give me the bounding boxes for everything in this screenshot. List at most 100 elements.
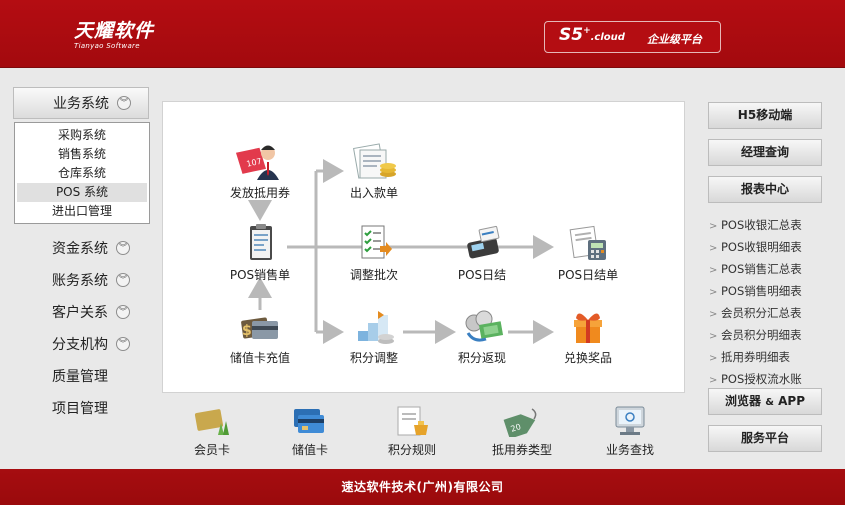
sidebar-item-projects[interactable]: 项目管理 — [13, 392, 149, 424]
manager-query-button[interactable]: 经理查询 — [708, 139, 822, 166]
bottom-shortcuts: 会员卡 储值卡 积分规则 20 抵用券类型 业务查找 — [162, 396, 685, 466]
platform-tagline: 企业级平台 — [647, 33, 702, 46]
submenu-item-warehouse[interactable]: 仓库系统 — [17, 164, 147, 183]
flow-node-pos-daily-sheet[interactable]: POS日结单 — [556, 224, 620, 283]
browser-app-label-c: APP — [778, 394, 805, 408]
brand-logo: 天耀软件 Tianyao Software — [74, 16, 154, 50]
submenu-item-import-export[interactable]: 进出口管理 — [17, 202, 147, 221]
report-link-label: 会员积分明细表 — [721, 328, 802, 342]
report-link-member-points-summary[interactable]: > 会员积分汇总表 — [708, 302, 834, 324]
sidebar-item-label: 客户关系 — [52, 305, 108, 321]
sidebar-item-label: 项目管理 — [52, 401, 108, 417]
shortcut-coupon-types[interactable]: 20 抵用券类型 — [487, 405, 557, 458]
sidebar-item-crm[interactable]: 客户关系 ︾ — [13, 296, 149, 328]
sidebar-item-label: 账务系统 — [52, 273, 108, 289]
sidebar-item-branches[interactable]: 分支机构 ︾ — [13, 328, 149, 360]
flow-node-io-voucher[interactable]: 出入款单 — [344, 142, 404, 201]
flow-node-pos-sales[interactable]: POS销售单 — [228, 224, 292, 283]
shortcut-label: 会员卡 — [193, 443, 230, 457]
stacked-boxes-icon — [350, 307, 398, 347]
price-tag-icon: 20 — [502, 405, 542, 439]
chevron-right-icon: > — [709, 265, 718, 276]
browser-app-button[interactable]: 浏览器 & APP — [708, 388, 822, 415]
report-link-label: POS收银汇总表 — [721, 218, 802, 232]
sidebar-item-accounting[interactable]: 账务系统 ︾ — [13, 264, 149, 296]
chevron-right-icon: > — [709, 243, 718, 254]
stored-card-icon — [290, 405, 330, 437]
submenu-item-pos[interactable]: POS 系统 — [17, 183, 147, 202]
sidebar-nav: 资金系统 ︾ 账务系统 ︾ 客户关系 ︾ 分支机构 ︾ 质量管理 项目管理 — [13, 232, 149, 424]
shortcut-label: 业务查找 — [605, 443, 654, 457]
service-platform-button[interactable]: 服务平台 — [708, 425, 822, 452]
flow-node-pos-daily[interactable]: POS日结 — [452, 224, 512, 283]
submenu-item-sales[interactable]: 销售系统 — [17, 145, 147, 164]
sidebar-item-quality[interactable]: 质量管理 — [13, 360, 149, 392]
h5-mobile-button[interactable]: H5移动端 — [708, 102, 822, 129]
report-link-pos-sales-summary[interactable]: > POS销售汇总表 — [708, 258, 834, 280]
cloud-logo-sup: + — [583, 26, 591, 36]
member-card-icon — [192, 405, 232, 437]
flow-node-adjust-batch[interactable]: 调整批次 — [344, 224, 404, 283]
sidebar-item-funds[interactable]: 资金系统 ︾ — [13, 232, 149, 264]
gift-box-icon — [564, 307, 612, 347]
report-list: > POS收银汇总表 > POS收银明细表 > POS销售汇总表 > POS销售明细表 … — [708, 214, 834, 390]
money-coins-icon — [458, 307, 506, 347]
report-link-pos-cashier-detail[interactable]: > POS收银明细表 — [708, 236, 834, 258]
report-link-coupon-detail[interactable]: > 抵用券明细表 — [708, 346, 834, 368]
flow-node-points-adjust[interactable]: 积分调整 — [344, 307, 404, 366]
cloud-product-logo: S5+.cloud — [559, 25, 625, 45]
report-center-button[interactable]: 报表中心 — [708, 176, 822, 203]
browser-app-label-a: 浏览器 — [724, 394, 761, 408]
report-link-label: POS授权流水账 — [721, 372, 802, 386]
rules-doc-icon — [392, 405, 432, 437]
shortcut-business-lookup[interactable]: 业务查找 — [600, 405, 660, 458]
report-link-member-points-detail[interactable]: > 会员积分明细表 — [708, 324, 834, 346]
submenu-item-purchase[interactable]: 采购系统 — [17, 126, 147, 145]
flow-node-redeem-prize[interactable]: 兑换奖品 — [556, 307, 620, 366]
report-link-label: 抵用券明细表 — [721, 350, 790, 364]
nav-business-system-label: 业务系统 — [53, 96, 109, 112]
chevron-right-icon: > — [709, 309, 718, 320]
coupon-person-icon: 107 — [235, 142, 284, 182]
chevron-down-icon: ︾ — [117, 96, 131, 110]
flow-node-label: POS销售单 — [229, 268, 291, 282]
flow-node-coupon-issue[interactable]: 107 发放抵用券 — [228, 142, 292, 201]
nav-business-system[interactable]: 业务系统 ︾ — [13, 87, 149, 119]
flow-node-label: POS日结单 — [557, 268, 619, 282]
flow-node-label: 调整批次 — [349, 268, 398, 282]
invoice-coins-icon — [350, 142, 398, 182]
report-link-pos-cashier-summary[interactable]: > POS收银汇总表 — [708, 214, 834, 236]
chevron-down-icon: ︾ — [116, 273, 130, 287]
report-link-pos-auth-ledger[interactable]: > POS授权流水账 — [708, 368, 834, 390]
flow-node-stored-card-recharge[interactable]: $ 储值卡充值 — [228, 307, 292, 366]
sidebar-item-label: 资金系统 — [52, 241, 108, 257]
shortcut-points-rules[interactable]: 积分规则 — [384, 405, 440, 458]
browser-app-label-b: & — [765, 397, 774, 408]
shortcut-stored-card[interactable]: 储值卡 — [288, 405, 332, 458]
app-header: 天耀软件 Tianyao Software S5+.cloud 企业级平台 — [0, 0, 845, 68]
flow-node-label: POS日结 — [457, 268, 507, 282]
report-link-pos-sales-detail[interactable]: > POS销售明细表 — [708, 280, 834, 302]
pos-flow-panel: 107 发放抵用券 POS销售单 $ 储值卡充值 出入款单 调整批次 积分调整 … — [162, 101, 685, 393]
flow-node-label: 储值卡充值 — [229, 351, 290, 365]
chevron-right-icon: > — [709, 331, 718, 342]
report-link-label: POS收银明细表 — [721, 240, 802, 254]
monitor-search-icon — [610, 405, 650, 437]
chevron-right-icon: > — [709, 221, 718, 232]
flow-node-label: 发放抵用券 — [229, 186, 290, 200]
flow-node-points-return[interactable]: 积分返现 — [452, 307, 512, 366]
flow-node-label: 出入款单 — [349, 186, 398, 200]
chevron-right-icon: > — [709, 287, 718, 298]
cloud-logo-suffix: .cloud — [590, 32, 625, 43]
shortcut-member-card[interactable]: 会员卡 — [190, 405, 234, 458]
footer-company: 速达软件技术(广州)有限公司 — [0, 469, 845, 505]
chevron-down-icon: ︾ — [116, 241, 130, 255]
clipboard-icon — [236, 224, 284, 264]
brand-name-en: Tianyao Software — [74, 42, 140, 50]
report-link-label: POS销售明细表 — [721, 284, 802, 298]
shortcut-label: 抵用券类型 — [491, 443, 552, 457]
chevron-down-icon: ︾ — [116, 337, 130, 351]
shortcut-label: 储值卡 — [291, 443, 328, 457]
card-terminal-icon — [458, 224, 506, 264]
sidebar-item-label: 分支机构 — [52, 337, 108, 353]
